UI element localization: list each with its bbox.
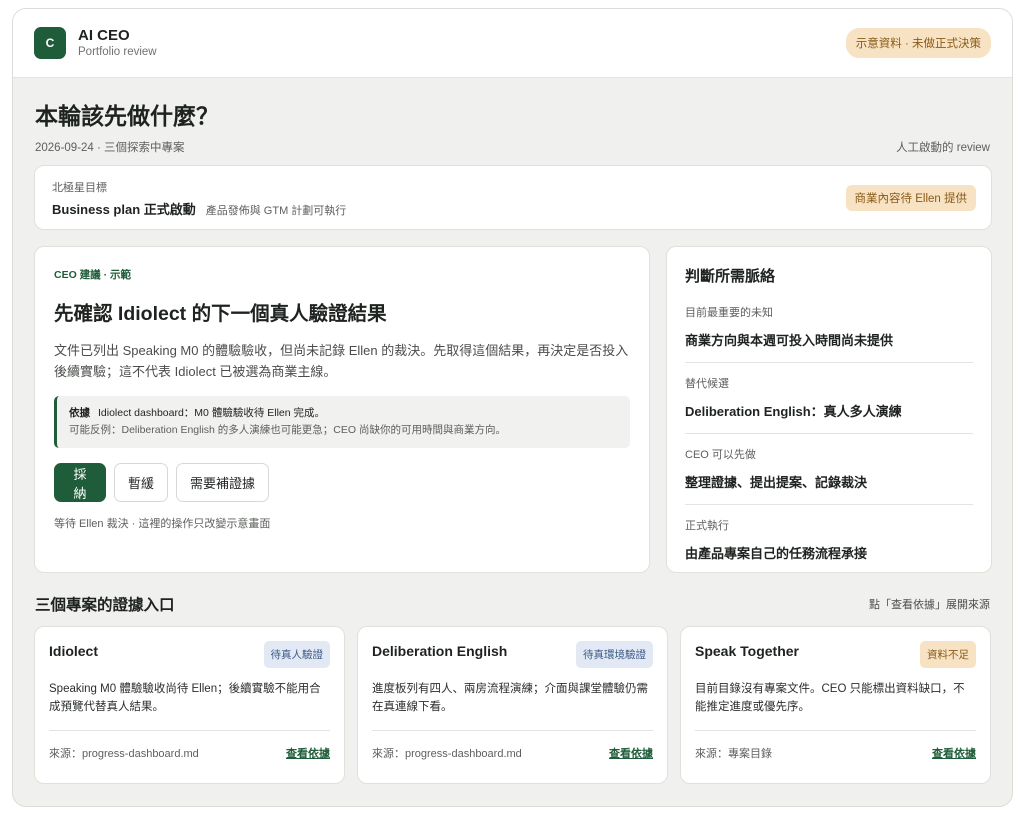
divider [372, 730, 653, 731]
recommendation-footnote: 等待 Ellen 裁決 · 這裡的操作只改變示意畫面 [54, 518, 271, 530]
project-card-header: Speak Together 資料不足 [695, 641, 976, 668]
context-card: 判斷所需脈絡 目前最重要的未知 商業方向與本週可投入時間尚未提供 替代候選 De… [666, 246, 992, 573]
project-description: 進度板列有四人、兩房流程演練；介面與課堂體驗仍需在真連線下看。 [372, 683, 648, 713]
project-card-footer: 來源：progress-dashboard.md 查看依據 [49, 745, 330, 761]
recommendation-title: 先確認 Idiolect 的下一個真人驗證結果 [54, 303, 387, 325]
project-status-badge: 待真環境驗證 [576, 641, 653, 668]
project-card-footer: 來源：progress-dashboard.md 查看依據 [372, 745, 653, 761]
page-title: 本輪該先做什麼？ [35, 103, 219, 129]
basis-key: 依據 [69, 407, 90, 419]
context-item: CEO 可以先做 整理證據、提出提案、記錄裁決 [685, 434, 973, 505]
page-header: 本輪該先做什麼？ 2026-09-24 · 三個探索中專案 人工啟動的 revi… [35, 97, 990, 155]
project-status-badge: 待真人驗證 [263, 641, 330, 668]
top-bar: C AI CEO Portfolio review 示意資料 · 未做正式決策 [13, 9, 1012, 78]
context-item-label: 替代候選 [685, 378, 729, 390]
north-star-card: 北極星目標 Business plan 正式啟動 產品發佈與 GTM 計劃可執行… [34, 165, 992, 230]
project-source: 來源：progress-dashboard.md [372, 748, 522, 760]
decision-actions: 採納 暫緩 需要補證據 [54, 463, 630, 502]
project-name: Idiolect [49, 643, 99, 659]
project-source: 來源：專案目錄 [695, 748, 772, 760]
project-card-speak-together: Speak Together 資料不足 目前目錄沒有專案文件。CEO 只能標出資… [680, 626, 991, 784]
north-star-row: Business plan 正式啟動 產品發佈與 GTM 計劃可執行 [52, 199, 974, 218]
review-note: 人工啟動的 review [896, 142, 990, 154]
project-source: 來源：progress-dashboard.md [49, 748, 199, 760]
view-evidence-link[interactable]: 查看依據 [932, 745, 976, 761]
app-subtitle: Portfolio review [78, 45, 157, 58]
context-item-label: CEO 可以先做 [685, 449, 756, 461]
divider [695, 730, 976, 731]
defer-button[interactable]: 暫緩 [114, 463, 169, 502]
north-star-sub: 產品發佈與 GTM 計劃可執行 [205, 205, 347, 217]
basis-line: 依據 Idiolect dashboard：M0 體驗驗收待 Ellen 完成。 [69, 405, 618, 422]
project-description: 目前目錄沒有專案文件。CEO 只能標出資料缺口，不能推定進度或優先序。 [695, 683, 965, 713]
projects-section-hint: 點「查看依據」展開來源 [869, 599, 990, 611]
north-star-goal: Business plan 正式啟動 [52, 202, 196, 217]
context-item-label: 正式執行 [685, 520, 729, 532]
context-item-value: 商業方向與本週可投入時間尚未提供 [685, 333, 894, 348]
context-item-value: 整理證據、提出提案、記錄裁決 [685, 475, 868, 490]
project-card-header: Idiolect 待真人驗證 [49, 641, 330, 668]
project-description: Speaking M0 體驗驗收尚待 Ellen；後續實驗不能用合成預覽代替真人… [49, 683, 321, 713]
context-title: 判斷所需脈絡 [685, 268, 776, 285]
context-item: 正式執行 由產品專案自己的任務流程承接 [685, 505, 973, 575]
recommendation-card: CEO 建議 · 示範 先確認 Idiolect 的下一個真人驗證結果 文件已列… [34, 246, 650, 573]
context-item-label: 目前最重要的未知 [685, 307, 773, 319]
need-evidence-button[interactable]: 需要補證據 [176, 463, 270, 502]
project-name: Deliberation English [372, 643, 508, 659]
project-status-badge: 資料不足 [920, 641, 976, 668]
app-titles: AI CEO Portfolio review [78, 27, 157, 60]
context-item: 替代候選 Deliberation English：真人多人演練 [685, 363, 973, 434]
app-logo: C [34, 27, 66, 59]
north-star-badge: 商業內容待 Ellen 提供 [845, 185, 976, 211]
context-item: 目前最重要的未知 商業方向與本週可投入時間尚未提供 [685, 292, 973, 363]
project-card-footer: 來源：專案目錄 查看依據 [695, 745, 976, 761]
basis-text: Idiolect dashboard：M0 體驗驗收待 Ellen 完成。 [98, 407, 325, 419]
page-meta: 2026-09-24 · 三個探索中專案 人工啟動的 review [35, 139, 990, 155]
demo-data-badge: 示意資料 · 未做正式決策 [845, 28, 991, 58]
context-item-value: 由產品專案自己的任務流程承接 [685, 546, 868, 561]
context-item-value: Deliberation English：真人多人演練 [685, 404, 902, 419]
north-star-label: 北極星目標 [52, 182, 107, 194]
counter-example: 可能反例：Deliberation English 的多人演練也可能更急；CEO… [69, 424, 506, 436]
app-name: AI CEO [78, 26, 130, 44]
project-name: Speak Together [695, 643, 799, 659]
view-evidence-link[interactable]: 查看依據 [286, 745, 330, 761]
project-card-idiolect: Idiolect 待真人驗證 Speaking M0 體驗驗收尚待 Ellen；… [34, 626, 345, 784]
recommendation-body: 文件已列出 Speaking M0 的體驗驗收，但尚未記錄 Ellen 的裁決。… [54, 343, 629, 379]
accept-button[interactable]: 採納 [54, 463, 106, 502]
view-evidence-link[interactable]: 查看依據 [609, 745, 653, 761]
evidence-basis: 依據 Idiolect dashboard：M0 體驗驗收待 Ellen 完成。 … [54, 396, 630, 448]
app-window: C AI CEO Portfolio review 示意資料 · 未做正式決策 … [12, 8, 1013, 807]
project-card-header: Deliberation English 待真環境驗證 [372, 641, 653, 668]
project-card-deliberation-english: Deliberation English 待真環境驗證 進度板列有四人、兩房流程… [357, 626, 668, 784]
page-date-meta: 2026-09-24 · 三個探索中專案 [35, 142, 185, 154]
recommendation-kicker: CEO 建議 · 示範 [54, 269, 132, 281]
divider [49, 730, 330, 731]
projects-section-title: 三個專案的證據入口 [35, 597, 175, 614]
projects-section-header: 三個專案的證據入口 點「查看依據」展開來源 [35, 593, 990, 615]
